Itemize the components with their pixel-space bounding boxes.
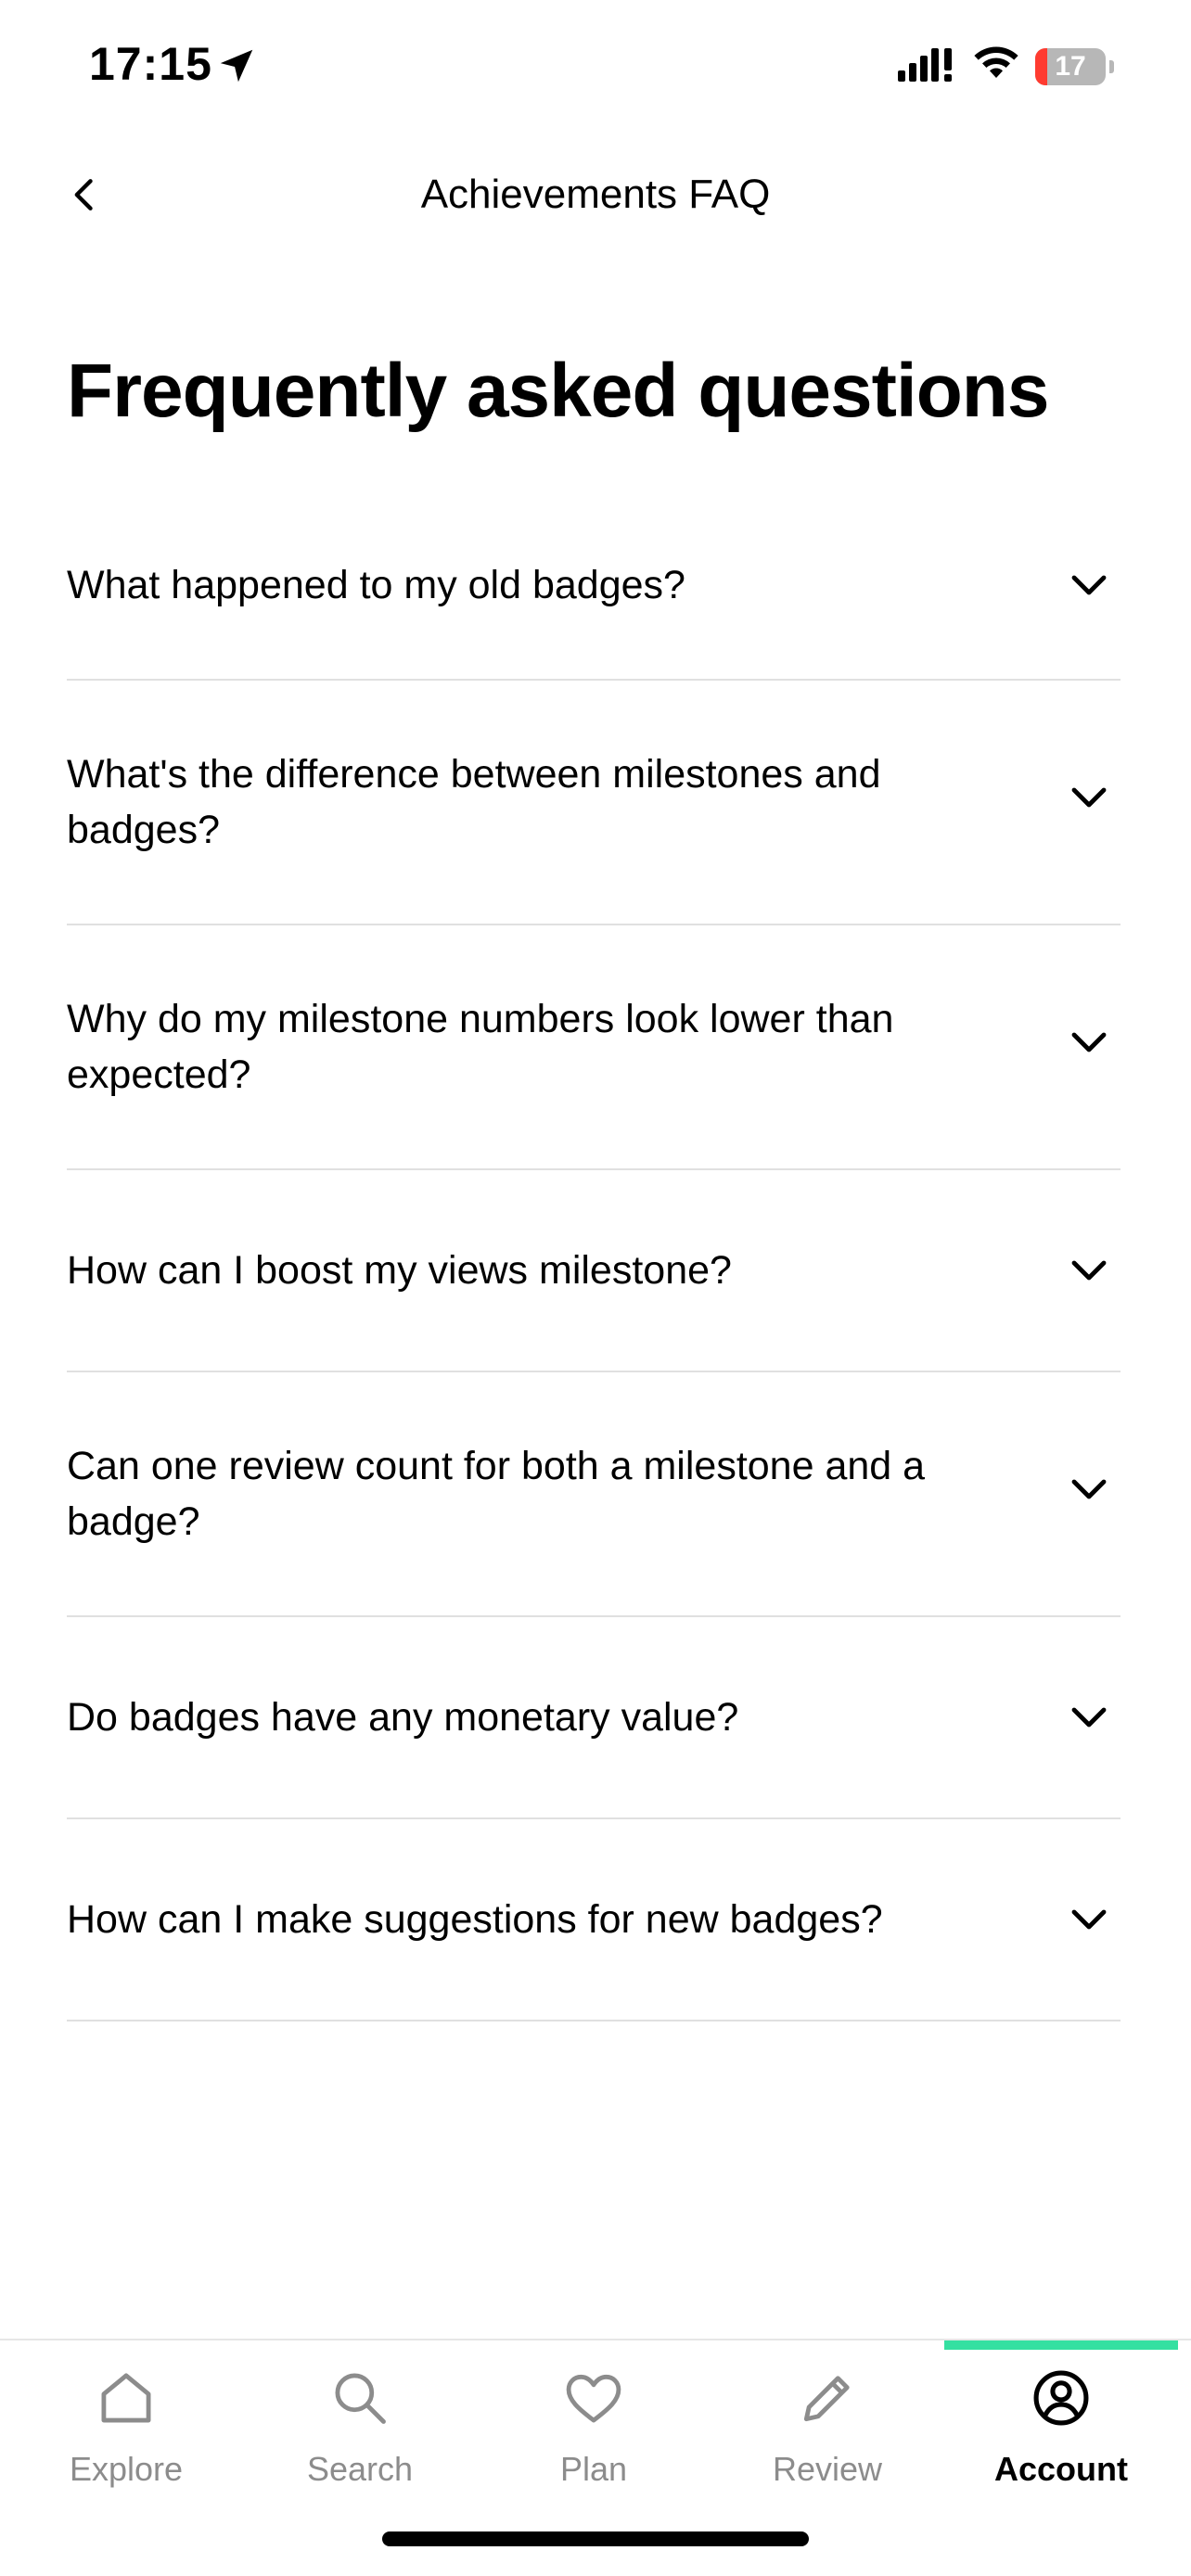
faq-question: Do badges have any monetary value? bbox=[67, 1695, 739, 1740]
status-bar: 17:15 17 bbox=[0, 0, 1191, 139]
location-arrow-icon bbox=[220, 49, 253, 83]
chevron-down-icon bbox=[1071, 1032, 1107, 1052]
faq-item[interactable]: How can I make suggestions for new badge… bbox=[67, 1819, 1121, 2021]
battery-level-text: 17 bbox=[1055, 51, 1086, 82]
chevron-down-icon bbox=[1071, 1260, 1107, 1281]
faq-item[interactable]: Do badges have any monetary value? bbox=[67, 1617, 1121, 1819]
home-icon bbox=[101, 2373, 151, 2423]
pencil-icon bbox=[803, 2376, 850, 2422]
faq-item[interactable]: How can I boost my views milestone? bbox=[67, 1170, 1121, 1372]
tab-plan[interactable]: Plan bbox=[477, 2340, 711, 2507]
page-title: Achievements FAQ bbox=[420, 172, 771, 217]
status-time: 17:15 bbox=[89, 38, 212, 90]
home-indicator bbox=[382, 2531, 809, 2546]
battery-icon: 17 bbox=[1035, 48, 1114, 85]
tab-label: Review bbox=[772, 2450, 883, 2488]
tab-label: Search bbox=[306, 2450, 414, 2488]
tab-review[interactable]: Review bbox=[711, 2340, 944, 2507]
cellular-signal-icon bbox=[898, 48, 952, 82]
faq-item[interactable]: What happened to my old badges? bbox=[67, 491, 1121, 681]
wifi-icon bbox=[974, 46, 1018, 78]
heart-icon bbox=[566, 2374, 621, 2423]
tab-explore[interactable]: Explore bbox=[9, 2340, 243, 2507]
back-button[interactable] bbox=[56, 165, 115, 224]
tab-label: Account bbox=[994, 2450, 1128, 2488]
faq-item[interactable]: Why do my milestone numbers look lower t… bbox=[67, 925, 1121, 1170]
faq-list: What happened to my old badges? What's t… bbox=[67, 491, 1121, 2021]
nav-header: Achievements FAQ bbox=[0, 139, 1191, 250]
tab-label: Plan bbox=[559, 2450, 628, 2488]
chevron-down-icon bbox=[1071, 787, 1107, 808]
faq-item[interactable]: Can one review count for both a mileston… bbox=[67, 1372, 1121, 1617]
account-icon bbox=[1033, 2370, 1089, 2426]
tab-label: Explore bbox=[69, 2450, 184, 2488]
faq-question: How can I boost my views milestone? bbox=[67, 1248, 732, 1293]
faq-question: Can one review count for both a mileston… bbox=[67, 1444, 926, 1544]
search-icon bbox=[335, 2373, 386, 2424]
faq-heading: Frequently asked questions bbox=[67, 349, 1049, 433]
chevron-down-icon bbox=[1071, 1479, 1107, 1499]
faq-question: How can I make suggestions for new badge… bbox=[67, 1897, 883, 1942]
faq-question: What happened to my old badges? bbox=[67, 563, 685, 607]
chevron-down-icon bbox=[1071, 1909, 1107, 1930]
chevron-down-icon bbox=[1071, 1707, 1107, 1728]
faq-question: Why do my milestone numbers look lower t… bbox=[67, 997, 894, 1097]
faq-item[interactable]: What's the difference between milestones… bbox=[67, 681, 1121, 925]
faq-question: What's the difference between milestones… bbox=[67, 752, 881, 852]
tab-account[interactable]: Account bbox=[944, 2340, 1178, 2507]
chevron-left-icon bbox=[74, 179, 93, 210]
chevron-down-icon bbox=[1071, 575, 1107, 595]
tab-search[interactable]: Search bbox=[243, 2340, 477, 2507]
